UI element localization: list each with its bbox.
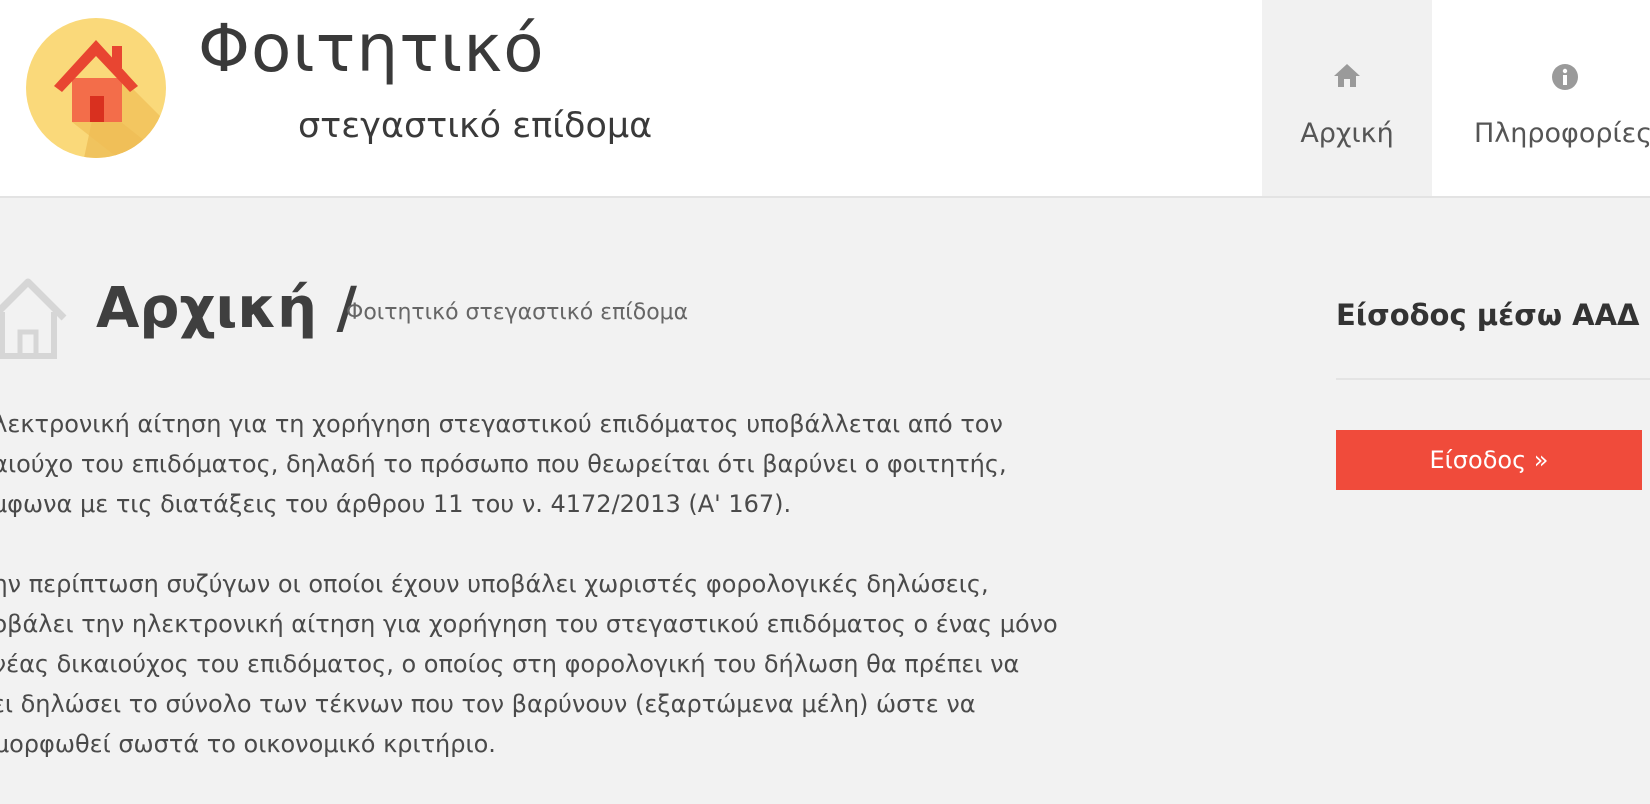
- page-title: Αρχική /: [96, 276, 357, 341]
- nav-item-info[interactable]: Πληροφορίες: [1432, 0, 1650, 196]
- house-icon-graphic: [54, 40, 166, 158]
- house-icon[interactable]: [26, 18, 166, 158]
- nav-label-home: Αρχική: [1300, 118, 1394, 149]
- divider: [1336, 378, 1650, 380]
- site-title[interactable]: Φοιτητικό: [198, 10, 545, 87]
- site-subtitle: στεγαστικό επίδομα: [298, 106, 653, 146]
- breadcrumb-current: Φοιτητικό στεγαστικό επίδομα: [346, 300, 689, 325]
- info-icon: [1432, 62, 1650, 92]
- content-paragraph-2: την περίπτωση συζύγων οι οποίοι έχουν υπ…: [0, 570, 1058, 758]
- main-content: ηλεκτρονική αίτηση για τη χορήγηση στεγα…: [0, 404, 1158, 804]
- nav-item-home[interactable]: Αρχική: [1262, 0, 1432, 196]
- house-outline-icon: [0, 272, 70, 364]
- login-button[interactable]: Είσοδος »: [1336, 430, 1642, 490]
- nav-label-info: Πληροφορίες: [1474, 118, 1650, 149]
- content-paragraph-1: ηλεκτρονική αίτηση για τη χορήγηση στεγα…: [0, 410, 1007, 518]
- login-panel-title: Είσοδος μέσω ΑΑΔ: [1336, 298, 1640, 332]
- site-header: Φοιτητικό στεγαστικό επίδομα Αρχική Πληρ…: [0, 0, 1650, 198]
- home-icon: [1262, 62, 1432, 92]
